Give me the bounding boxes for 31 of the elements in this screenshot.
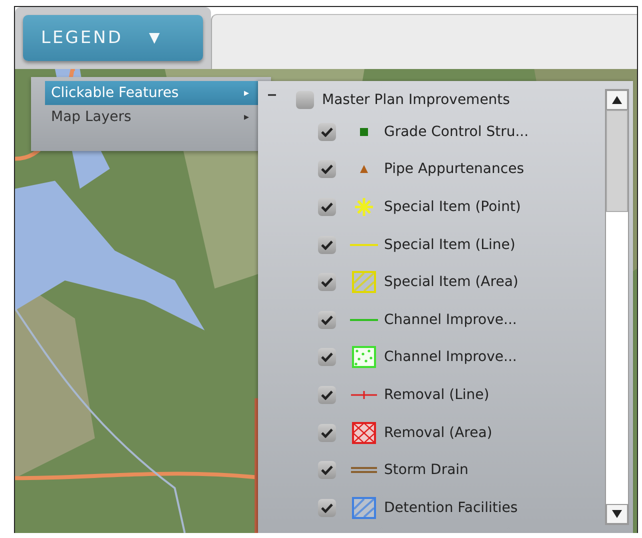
checkbox[interactable]: [318, 273, 336, 292]
checkbox[interactable]: [318, 498, 336, 517]
scrollbar[interactable]: [605, 89, 629, 525]
scroll-up-icon[interactable]: [606, 90, 628, 110]
layer-label: Special Item (Area): [384, 274, 518, 290]
checkbox[interactable]: [318, 198, 336, 216]
scroll-thumb[interactable]: [606, 110, 628, 212]
checkbox[interactable]: [318, 348, 336, 366]
checkbox[interactable]: [296, 91, 314, 109]
scroll-down-icon[interactable]: [606, 504, 628, 524]
layer-label: Channel Improve...: [384, 349, 517, 366]
checkbox[interactable]: [318, 122, 336, 141]
group-label: Master Plan Improvements: [322, 92, 510, 108]
checkbox[interactable]: [318, 310, 336, 329]
checkbox[interactable]: [318, 386, 336, 404]
checkbox[interactable]: [318, 160, 336, 178]
layer-label: Removal (Line): [384, 386, 490, 403]
checkbox[interactable]: [318, 236, 336, 254]
legend-button[interactable]: LEGEND ▼: [23, 15, 203, 61]
checkbox[interactable]: [318, 461, 336, 480]
checkbox[interactable]: [318, 424, 336, 442]
layer-label: Grade Control Stru...: [384, 124, 529, 140]
layer-label: Storm Drain: [384, 462, 468, 478]
layer-label: Pipe Appurtenances: [384, 161, 524, 178]
layer-label: Channel Improve...: [384, 312, 517, 328]
layer-label: Removal (Area): [384, 424, 492, 441]
menu-item[interactable]: Map Layers ▸: [45, 105, 259, 129]
menu-item[interactable]: Clickable Features ▸: [45, 81, 259, 105]
layer-label: Detention Facilities: [384, 500, 518, 516]
layer-label: Special Item (Line): [384, 236, 516, 253]
layer-label: Special Item (Point): [384, 198, 521, 215]
